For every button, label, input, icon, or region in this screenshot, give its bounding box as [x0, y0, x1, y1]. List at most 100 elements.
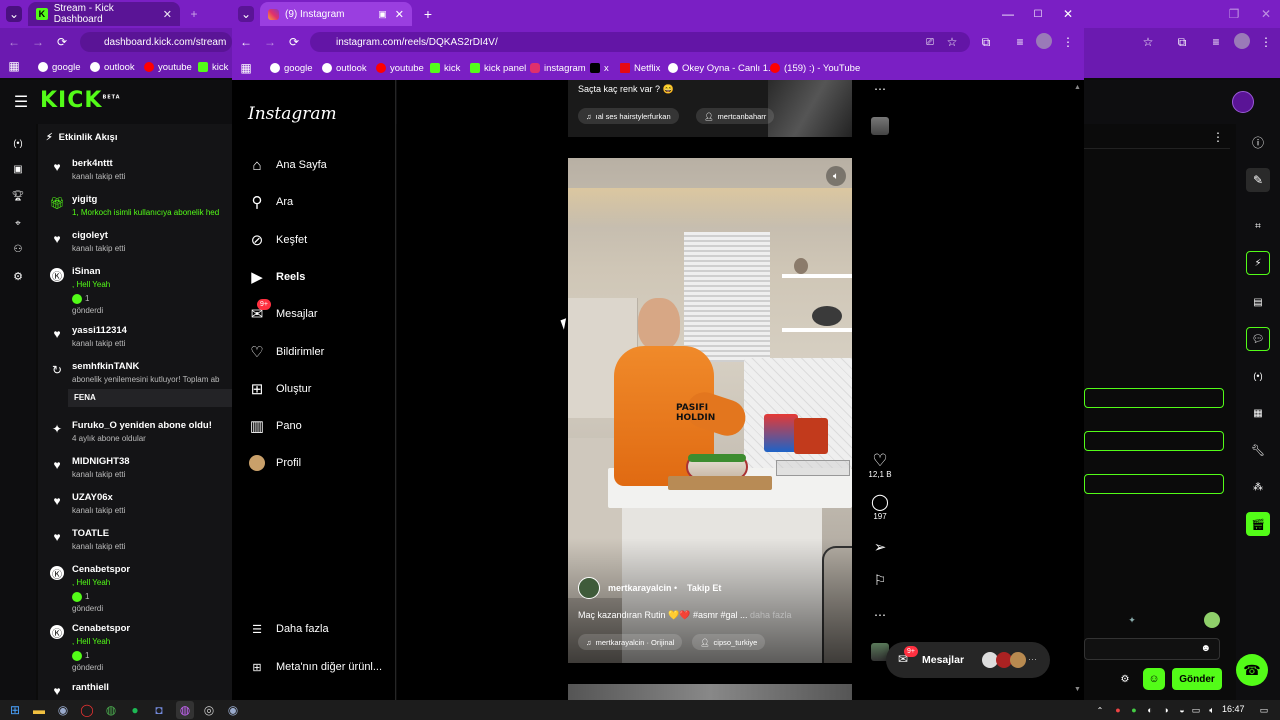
opera-icon[interactable]: ◯ — [80, 703, 94, 717]
tray-icon-4[interactable]: ◑ — [1160, 704, 1172, 716]
tray-icon-3[interactable]: ◐ — [1144, 704, 1156, 716]
explorer-icon[interactable]: ▬ — [32, 703, 46, 717]
forward-icon[interactable]: → — [262, 34, 278, 50]
bookmark-star-icon[interactable]: ☆ — [944, 34, 960, 50]
meta-products-button[interactable]: ⊞ Meta'nın diğer ürünl... — [248, 658, 382, 676]
nav-ana-sayfa[interactable]: ⌂ Ana Sayfa — [248, 156, 326, 174]
maximize-icon[interactable]: ☐ — [1030, 6, 1046, 22]
edit-icon[interactable]: ✎ — [1246, 168, 1270, 192]
trophy-icon[interactable]: 🏆︎ — [9, 187, 27, 205]
reload-icon[interactable]: ⟳ — [286, 34, 302, 50]
emoji-icon[interactable]: ☻ — [1200, 643, 1211, 654]
nav-bildirimler[interactable]: ♡ Bildirimler — [248, 343, 324, 361]
feed-username[interactable]: semhfkinTANK — [72, 361, 139, 372]
profile-avatar[interactable] — [1234, 33, 1250, 49]
feed-username[interactable]: iSinan — [72, 266, 101, 277]
url-field[interactable]: dashboard.kick.com/stream — [80, 32, 232, 52]
reel-more-button[interactable]: ⋯ — [866, 608, 894, 622]
restore-icon[interactable]: ❐ — [1226, 6, 1242, 22]
comment-button[interactable]: ◯ 197 — [866, 494, 894, 521]
extensions-icon[interactable]: ⧉ — [978, 34, 994, 50]
bookmark-youtube-159[interactable]: (159) :) - YouTube — [770, 59, 860, 77]
feed-username[interactable]: MIDNIGHT38 — [72, 456, 130, 467]
document-icon[interactable]: ▤ — [1250, 294, 1266, 310]
green-input-1[interactable] — [1084, 388, 1224, 408]
tray-icon-2[interactable]: ● — [1128, 704, 1140, 716]
spotify-icon[interactable]: ● — [128, 703, 142, 717]
prev-reel-audio-thumb[interactable] — [871, 117, 889, 135]
nodes-icon[interactable]: ⁂ — [1250, 479, 1266, 495]
reload-icon[interactable]: ⟳ — [54, 34, 70, 50]
new-tab-button[interactable]: + — [420, 6, 436, 22]
volume-icon[interactable]: 🔈︎ — [1206, 704, 1218, 716]
bookmark-x[interactable]: x — [590, 59, 609, 77]
lightning-button[interactable]: ⚡︎ — [1246, 251, 1270, 275]
messages-pill[interactable]: ✉ 9+ Mesajlar ⋯ — [886, 642, 1050, 678]
menu-icon[interactable]: ⋮ — [1060, 34, 1076, 50]
broadcast-right-icon[interactable]: (•) — [1250, 368, 1266, 384]
prev-reel-tag[interactable]: 👤︎ mertcanbaharr — [696, 108, 775, 124]
bookmark-kick-panel[interactable]: kick panel — [470, 59, 526, 77]
nav-reels[interactable]: ▶ Reels — [248, 268, 305, 286]
back-icon[interactable]: ← — [238, 34, 254, 50]
url-field[interactable]: instagram.com/reels/DQKAS2rDI4V/ — [310, 32, 970, 52]
tab-kick-dashboard[interactable]: K Stream - Kick Dashboard ✕ — [28, 2, 180, 26]
support-chat-button[interactable]: ☎ — [1236, 654, 1268, 686]
network-icon[interactable]: ▭ — [1190, 704, 1202, 716]
nav-mesajlar[interactable]: ✉ 9+ Mesajlar — [248, 299, 318, 323]
save-button[interactable]: ⚐ — [866, 572, 894, 589]
tab-search-button[interactable]: ⌄ — [6, 6, 22, 22]
back-icon[interactable]: ← — [6, 34, 22, 50]
feed-username[interactable]: ranthiell — [72, 682, 109, 693]
hamburger-icon[interactable]: ☰ — [12, 93, 30, 111]
green-input-2[interactable] — [1084, 431, 1224, 451]
target-icon[interactable]: ⌖ — [9, 214, 27, 232]
bookmark-outlook[interactable]: outlook — [322, 59, 367, 77]
menu-icon[interactable]: ⋮ — [1258, 34, 1274, 50]
kick-logo[interactable]: KICKBETA — [40, 88, 121, 113]
prev-reel-more-icon[interactable]: ⋯ — [872, 82, 888, 96]
minimize-icon[interactable]: — — [1000, 6, 1016, 22]
tray-chevron-icon[interactable]: ⌃ — [1094, 704, 1106, 716]
bookmark-kick[interactable]: kick — [430, 59, 460, 77]
previous-reel[interactable]: Saçta kaç renk var ? 😄 ♫ ıal ses hairstyl… — [568, 80, 852, 137]
feed-username[interactable]: yassi112314 — [72, 325, 127, 336]
forward-icon[interactable]: → — [30, 34, 46, 50]
kick-emote-button[interactable]: ☺ — [1143, 668, 1165, 690]
tray-icon-1[interactable]: ● — [1112, 704, 1124, 716]
start-icon[interactable]: ⊞ — [8, 703, 22, 717]
media-icon[interactable]: ≡ — [1208, 34, 1224, 50]
nav-ara[interactable]: ⚲ Ara — [248, 193, 294, 211]
green-input-3[interactable] — [1084, 474, 1224, 494]
prev-reel-audio[interactable]: ♫ ıal ses hairstylerfurkan — [578, 108, 679, 124]
mute-icon[interactable]: 🔈︎ — [826, 166, 846, 186]
feed-username[interactable]: Furuko_O yeniden abone oldu! — [72, 420, 212, 431]
feed-username[interactable]: TOATLE — [72, 528, 109, 539]
more-button[interactable]: ☰ Daha fazla — [248, 620, 329, 638]
author-avatar[interactable] — [578, 577, 600, 599]
feed-username[interactable]: berk4nttt — [72, 158, 113, 169]
bookmark-okey[interactable]: Okey Oyna - Canlı 1... — [668, 59, 776, 77]
bookmark-youtube[interactable]: youtube — [144, 58, 192, 76]
follow-button[interactable]: Takip Et — [687, 583, 721, 593]
apps-icon[interactable]: ▦ — [6, 58, 22, 74]
wrench-icon[interactable]: 🔧︎ — [1250, 442, 1266, 458]
tab-search-button[interactable]: ⌄ — [238, 6, 254, 22]
close-window-icon[interactable]: ✕ — [1060, 6, 1076, 22]
current-reel-video[interactable]: PASIFI HOLDIN 🔈︎ mertkarayalcin • Takip E… — [568, 158, 852, 663]
nav-keşfet[interactable]: ⊘ Keşfet — [248, 231, 307, 249]
bookmark-outlook[interactable]: outlook — [90, 58, 135, 76]
nav-oluştur[interactable]: ⊞ Oluştur — [248, 380, 312, 398]
info-icon[interactable]: ⓘ — [1250, 134, 1266, 150]
share-button[interactable]: ➢ — [866, 538, 894, 556]
bookmark-star-icon[interactable]: ☆ — [1140, 34, 1156, 50]
like-button[interactable]: ♡ 12,1 B — [866, 452, 894, 480]
user-avatar[interactable] — [1232, 91, 1254, 113]
nav-pano[interactable]: ▥ Pano — [248, 417, 302, 435]
clapper-button[interactable]: 🎬︎ — [1246, 512, 1270, 536]
bookmark-netflix[interactable]: Netflix — [620, 59, 660, 77]
crop-icon[interactable]: ⌗ — [1250, 218, 1266, 234]
chat-settings-icon[interactable]: ⚙ — [1118, 672, 1132, 686]
feed-username[interactable]: Cenabetspor — [72, 564, 130, 575]
more-link[interactable]: daha fazla — [750, 610, 792, 620]
